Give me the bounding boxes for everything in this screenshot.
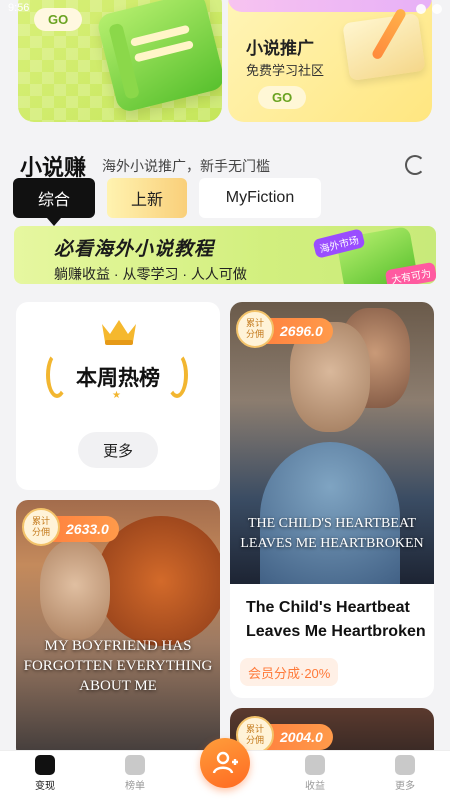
member-share-badge: 会员分成·20% — [240, 658, 339, 686]
tab-comprehensive[interactable]: 综合 — [13, 178, 95, 226]
battery-icon — [432, 4, 442, 14]
chart-icon — [305, 755, 325, 775]
tutorial-banner[interactable]: 必看海外小说教程 躺赚收益 · 从零学习 · 人人可做 海外市场 大有可为 — [14, 226, 436, 284]
book-card[interactable]: THE CHILD'S HEARTBEAT LEAVES ME HEARTBRO… — [230, 302, 434, 698]
add-user-button[interactable] — [200, 738, 250, 788]
nav-monetize[interactable]: 变现 — [15, 755, 75, 792]
tab-myfiction[interactable]: MyFiction — [199, 178, 321, 218]
cover-title: MY BOYFRIEND HAS FORGOTTEN EVERYTHING AB… — [23, 638, 213, 694]
nav-ranking[interactable]: 榜单 — [105, 755, 165, 792]
status-time: 9:56 — [8, 2, 30, 14]
tab-new[interactable]: 上新 — [107, 178, 187, 218]
status-bar: 9:56 — [0, 0, 450, 18]
status-icons — [416, 2, 442, 16]
nav-earnings[interactable]: 收益 — [285, 755, 345, 792]
weekly-hot-card[interactable]: 本周热榜 ★ 更多 — [16, 302, 220, 490]
hot-list-title: 本周热榜 — [76, 367, 160, 390]
banner-title: 必看海外小说教程 — [54, 239, 215, 260]
coin-icon — [35, 755, 55, 775]
promo-card-novel[interactable]: 小说推广 免费学习社区 GO — [228, 0, 432, 122]
crown-icon — [102, 320, 136, 345]
star-icon: ★ — [112, 390, 121, 401]
section-subtitle: 海外小说推广，新手无门槛 — [102, 158, 270, 174]
promo-card-left[interactable]: GO — [18, 0, 222, 122]
book-title: The Child's Heartbeat Leaves Me Heartbro… — [246, 599, 426, 640]
nav-more[interactable]: 更多 — [375, 755, 435, 792]
apps-icon — [395, 755, 415, 775]
section-title: 小说赚 — [20, 155, 87, 178]
banner-subtitle: 躺赚收益 · 从零学习 · 人人可做 — [54, 266, 247, 282]
book-card[interactable]: MY BOYFRIEND HAS FORGOTTEN EVERYTHING AB… — [16, 500, 220, 760]
add-user-icon — [212, 751, 238, 774]
promo-card-subtitle: 免费学习社区 — [246, 63, 325, 78]
refresh-icon[interactable] — [405, 155, 425, 175]
cover-title: THE CHILD'S HEARTBEAT LEAVES ME HEARTBRO… — [240, 516, 424, 551]
earnings-label: 累计 分佣 — [22, 508, 60, 546]
earnings-value: 2696.0 — [280, 323, 323, 339]
earnings-value: 2633.0 — [66, 521, 109, 537]
go-button[interactable]: GO — [258, 86, 307, 109]
wifi-icon — [416, 4, 426, 14]
earnings-label: 累计 分佣 — [236, 310, 274, 348]
earnings-value: 2004.0 — [280, 729, 323, 745]
crown-icon — [125, 755, 145, 775]
promo-card-title: 小说推广 — [246, 39, 314, 58]
more-button[interactable]: 更多 — [78, 432, 158, 468]
